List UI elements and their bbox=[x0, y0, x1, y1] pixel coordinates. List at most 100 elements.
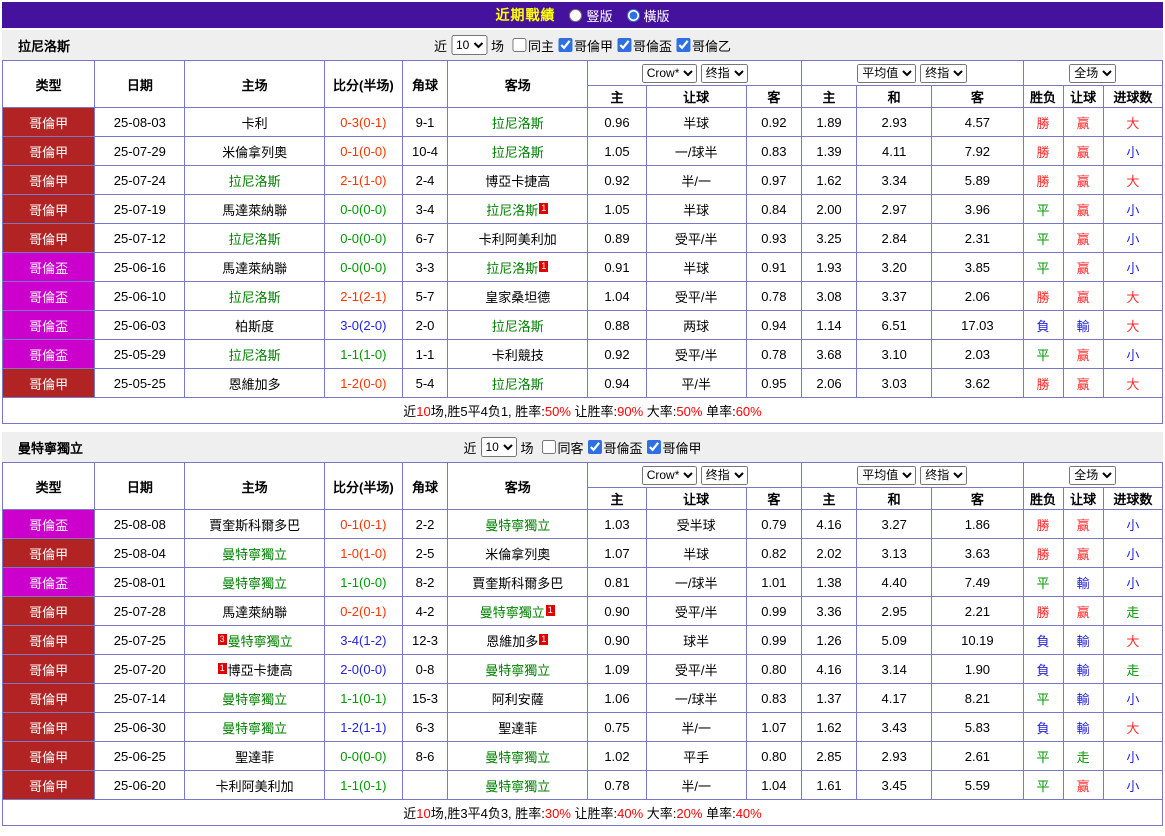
odds-home-cell: 0.92 bbox=[587, 339, 647, 369]
handicap-result-cell: 赢 bbox=[1062, 194, 1104, 224]
avg-stage-select[interactable]: 终指 bbox=[920, 63, 968, 83]
odds-home-cell: 1.06 bbox=[587, 683, 647, 713]
layout-radio-vertical[interactable]: 豎版 bbox=[569, 6, 613, 25]
avg-draw-cell: 3.43 bbox=[856, 712, 933, 742]
league-badge: 哥倫甲 bbox=[1, 654, 96, 684]
odds-source-select[interactable]: Crow* bbox=[641, 63, 697, 83]
goals-result-cell: 小 bbox=[1102, 194, 1164, 224]
away-team-cell: 曼特寧獨立 bbox=[447, 654, 589, 684]
home-team-name: 曼特寧獨立 bbox=[227, 633, 293, 649]
summary-row: 近10场,胜5平4负1, 胜率:50% 让胜率:90% 大率:50% 单率:60… bbox=[2, 397, 1163, 424]
league-checkbox-0[interactable]: 哥倫盃 bbox=[587, 438, 643, 457]
league-checkbox-2-input[interactable] bbox=[676, 38, 691, 52]
odds-handicap-cell: 受平/半 bbox=[645, 596, 747, 626]
scope-select[interactable]: 全场 bbox=[1069, 63, 1117, 83]
odds-handicap-cell: 半球 bbox=[645, 107, 747, 137]
league-badge: 哥倫盃 bbox=[1, 339, 96, 369]
same-venue-checkbox-input[interactable] bbox=[511, 38, 526, 52]
league-checkbox-1-label: 哥倫甲 bbox=[662, 440, 702, 456]
match-date: 25-08-01 bbox=[94, 567, 186, 597]
corner-score: 15-3 bbox=[401, 683, 449, 713]
col-header-goals-total: 进球数 bbox=[1102, 487, 1164, 510]
handicap-result-cell: 赢 bbox=[1062, 165, 1104, 195]
avg-source-select[interactable]: 平均值 bbox=[857, 63, 917, 83]
avg-home-cell: 2.02 bbox=[800, 538, 858, 568]
league-checkbox-0[interactable]: 哥倫甲 bbox=[558, 36, 613, 55]
near-label: 近 bbox=[463, 440, 477, 456]
red-card-badge: 3 bbox=[217, 633, 227, 645]
same-venue-checkbox-input[interactable] bbox=[541, 440, 556, 454]
same-venue-checkbox[interactable]: 同客 bbox=[541, 438, 584, 457]
league-checkbox-1-input[interactable] bbox=[617, 38, 632, 52]
league-checkbox-1[interactable]: 哥倫盃 bbox=[617, 36, 672, 55]
summary-segment: 场,胜3平4负3, 胜率: bbox=[430, 806, 545, 821]
odds-away-cell: 0.92 bbox=[745, 107, 802, 137]
avg-source-select[interactable]: 平均值 bbox=[857, 465, 917, 485]
corner-score: 10-4 bbox=[401, 136, 449, 166]
match-score: 2-1(2-1) bbox=[323, 281, 403, 311]
avg-odds-group-header: 平均值 终指 bbox=[800, 60, 1024, 86]
away-team-name: 卡利阿美利加 bbox=[478, 231, 557, 247]
odds-stage-select[interactable]: 终指 bbox=[700, 63, 748, 83]
home-team-name: 曼特寧獨立 bbox=[222, 720, 288, 736]
league-checkbox-1-input[interactable] bbox=[646, 440, 661, 454]
home-team-name: 卡利阿美利加 bbox=[215, 778, 294, 794]
avg-draw-cell: 2.84 bbox=[856, 223, 933, 253]
home-team-name: 曼特寧獨立 bbox=[222, 691, 288, 707]
match-date: 25-06-03 bbox=[94, 310, 186, 340]
avg-home-cell: 1.39 bbox=[800, 136, 858, 166]
odds-away-cell: 1.04 bbox=[745, 770, 802, 800]
avg-home-cell: 1.61 bbox=[800, 770, 858, 800]
recent-games-select[interactable]: 10 bbox=[450, 35, 487, 55]
scope-select[interactable]: 全场 bbox=[1069, 465, 1117, 485]
home-team-name: 馬達萊納聯 bbox=[222, 604, 288, 620]
col-header-handicap-result: 让球 bbox=[1062, 85, 1104, 108]
layout-radio-horizontal[interactable]: 橫版 bbox=[626, 6, 670, 25]
goals-result-cell: 小 bbox=[1102, 683, 1164, 713]
league-badge: 哥倫甲 bbox=[1, 683, 96, 713]
avg-away-cell: 1.86 bbox=[931, 509, 1024, 539]
match-date: 25-08-03 bbox=[94, 107, 186, 137]
avg-away-cell: 5.89 bbox=[931, 165, 1024, 195]
league-checkbox-0-input[interactable] bbox=[558, 38, 572, 52]
avg-draw-cell: 4.17 bbox=[856, 683, 933, 713]
layout-radio-vertical-input[interactable] bbox=[569, 8, 583, 22]
table-foot: 近10场,胜3平4负3, 胜率:30% 让胜率:40% 大率:20% 单率:40… bbox=[2, 799, 1163, 826]
odds-away-cell: 0.79 bbox=[745, 509, 802, 539]
match-score: 0-0(0-0) bbox=[323, 252, 403, 282]
result-cell: 負 bbox=[1022, 654, 1064, 684]
layout-radio-horizontal-input[interactable] bbox=[626, 8, 640, 22]
match-date: 25-06-10 bbox=[94, 281, 186, 311]
avg-away-cell: 7.92 bbox=[931, 136, 1024, 166]
odds-home-cell: 0.92 bbox=[587, 165, 647, 195]
avg-home-cell: 1.26 bbox=[800, 625, 858, 655]
odds-source-select[interactable]: Crow* bbox=[641, 465, 697, 485]
away-team-cell: 博亞卡捷高 bbox=[447, 165, 589, 195]
same-venue-checkbox[interactable]: 同主 bbox=[511, 36, 554, 55]
recent-games-select[interactable]: 10 bbox=[480, 437, 517, 457]
corner-score: 4-2 bbox=[401, 596, 449, 626]
league-checkbox-2[interactable]: 哥倫乙 bbox=[676, 36, 731, 55]
corner-score: 5-4 bbox=[401, 368, 449, 398]
match-score: 0-1(0-1) bbox=[323, 509, 403, 539]
league-checkbox-1[interactable]: 哥倫甲 bbox=[646, 438, 702, 457]
avg-home-cell: 2.06 bbox=[800, 368, 858, 398]
league-badge: 哥倫盃 bbox=[1, 567, 96, 597]
summary-segment: 40% bbox=[735, 806, 762, 821]
col-header-handicap-result: 让球 bbox=[1062, 487, 1104, 510]
avg-stage-select[interactable]: 终指 bbox=[920, 465, 968, 485]
odds-home-cell: 0.88 bbox=[587, 310, 647, 340]
home-team-name: 賈奎斯科爾多巴 bbox=[209, 517, 301, 533]
team-section-0: 拉尼洛斯近 10 场同主 哥倫甲 哥倫盃 哥倫乙 类型 日期 主场 比分(半场) 角球 客场 Crow*… bbox=[1, 30, 1164, 424]
result-cell: 勝 bbox=[1022, 368, 1064, 398]
away-team-name: 拉尼洛斯 bbox=[491, 115, 544, 131]
league-checkbox-0-input[interactable] bbox=[587, 440, 602, 454]
goals-result-cell: 大 bbox=[1102, 107, 1164, 137]
odds-away-cell: 0.78 bbox=[745, 339, 802, 369]
table-head: 类型 日期 主场 比分(半场) 角球 客场 Crow* 终指 平均值 终指 全场主让球客主和客胜负让… bbox=[1, 60, 1164, 108]
away-team-cell: 卡利競技 bbox=[447, 339, 589, 369]
home-team-cell: 3 曼特寧獨立 bbox=[184, 625, 325, 655]
col-header-handicap-line: 让球 bbox=[645, 85, 747, 108]
league-badge: 哥倫盃 bbox=[1, 310, 96, 340]
odds-stage-select[interactable]: 终指 bbox=[700, 465, 748, 485]
